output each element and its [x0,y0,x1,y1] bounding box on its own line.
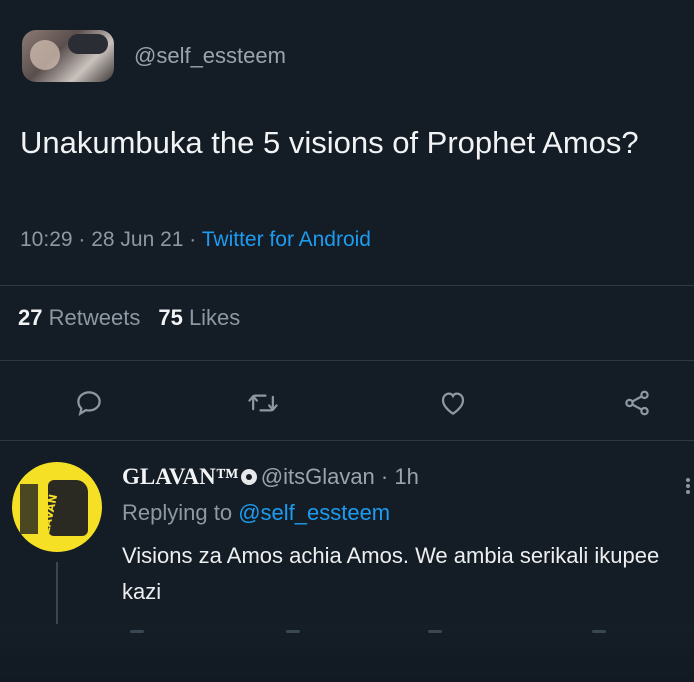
like-button[interactable] [436,386,470,420]
likes-stat[interactable]: 75 Likes [158,305,240,330]
replying-to: Replying to @self_essteem [122,500,682,526]
tweet-timestamp: 10:29 · 28 Jun 21 · [20,228,202,251]
action-bar [0,380,694,430]
partial-retweet-icon [286,630,300,633]
reply-text: Visions za Amos achia Amos. We ambia ser… [122,543,660,604]
partial-reply-icon [130,630,144,633]
tweet-header: @self_essteem [22,30,286,82]
replying-mention-link[interactable]: @self_essteem [238,500,390,525]
more-options-icon[interactable] [686,478,692,498]
reply-handle-time: @itsGlavan · 1h [260,464,419,489]
retweet-icon [248,394,278,412]
reply-header: GLAVAN™ @itsGlavan · 1h [122,464,682,490]
retweets-stat[interactable]: 27 Retweets [18,305,140,330]
tweet-stats: 27 Retweets 75 Likes [18,305,240,331]
divider [0,285,694,286]
thread-line [56,562,58,630]
share-button[interactable] [620,386,654,420]
tweet-detail: @self_essteem Unakumbuka the 5 visions o… [0,0,694,682]
retweets-label: Retweets [48,305,141,330]
share-icon [625,390,649,416]
badge-icon [240,469,257,485]
reply-button[interactable] [72,386,106,420]
partial-share-icon [592,630,606,633]
divider [0,440,694,441]
reply-author-name[interactable]: GLAVAN™ [122,464,239,489]
retweet-button[interactable] [246,386,280,420]
tweet-text: Unakumbuka the 5 visions of Prophet Amos… [20,125,639,160]
heart-icon [441,392,465,415]
avatar-stripe [20,484,38,534]
author-avatar[interactable] [22,30,114,82]
likes-label: Likes [188,305,241,330]
author-handle[interactable]: @self_essteem [134,43,286,69]
divider [0,360,694,361]
likes-count: 75 [158,305,183,330]
retweets-count: 27 [18,305,43,330]
reply-avatar[interactable]: GLAVAN [12,462,102,552]
reply-icon [77,391,101,416]
reply-action-bar-partial [0,624,694,682]
tweet-client-link[interactable]: Twitter for Android [202,228,371,251]
partial-like-icon [428,630,442,633]
reply-body: GLAVAN™ @itsGlavan · 1h Replying to @self… [122,464,682,610]
replying-prefix: Replying to [122,500,239,525]
tweet-meta: 10:29 · 28 Jun 21 · Twitter for Android [20,228,371,252]
